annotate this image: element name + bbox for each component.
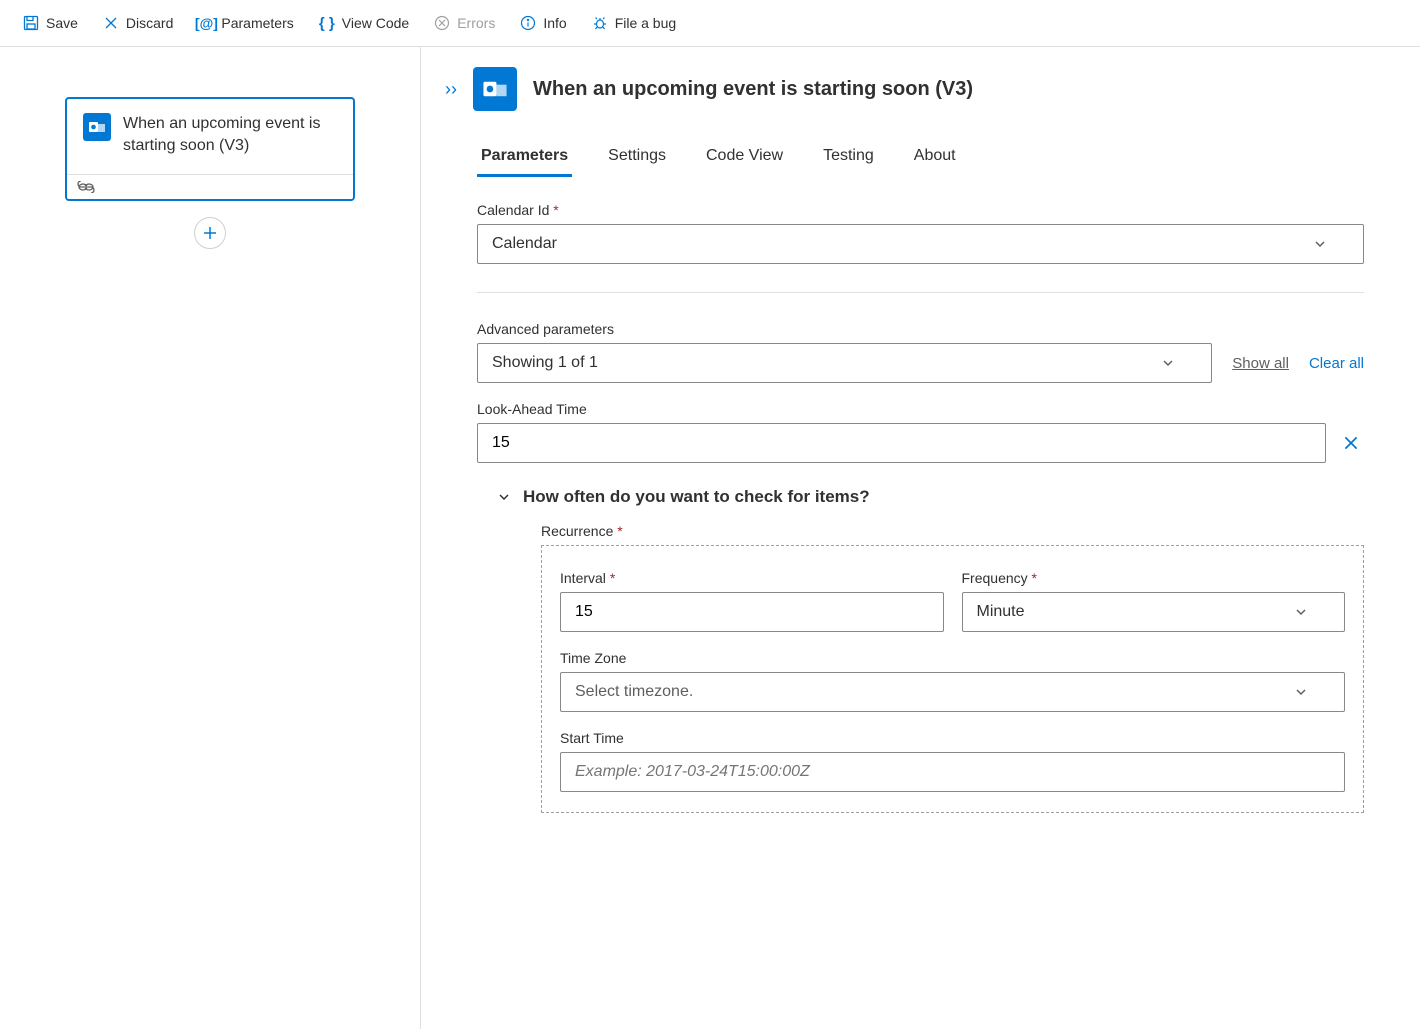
- view-code-button[interactable]: { } View Code: [308, 8, 419, 38]
- look-ahead-group: Look-Ahead Time: [477, 401, 1364, 463]
- save-icon: [22, 14, 40, 32]
- discard-button[interactable]: Discard: [92, 8, 183, 38]
- start-time-input[interactable]: [560, 752, 1345, 792]
- calendar-id-value: Calendar: [492, 235, 557, 253]
- recurrence-box: Interval * Frequency * Minute Time Zone: [541, 545, 1364, 813]
- chevron-down-icon: [1161, 356, 1175, 370]
- file-bug-label: File a bug: [615, 15, 676, 31]
- calendar-id-select[interactable]: Calendar: [477, 224, 1364, 264]
- main-area: When an upcoming event is starting soon …: [0, 47, 1420, 1029]
- parameters-label: Parameters: [221, 15, 293, 31]
- check-frequency-title: How often do you want to check for items…: [523, 487, 870, 507]
- advanced-params-row: Showing 1 of 1 Show all Clear all: [477, 343, 1364, 383]
- recurrence-label: Recurrence *: [541, 523, 1364, 539]
- frequency-group: Frequency * Minute: [962, 570, 1346, 632]
- timezone-group: Time Zone Select timezone.: [560, 650, 1345, 712]
- parameters-icon: [@]: [197, 14, 215, 32]
- trigger-node[interactable]: When an upcoming event is starting soon …: [65, 97, 355, 201]
- toolbar: Save Discard [@] Parameters { } View Cod…: [0, 0, 1420, 47]
- calendar-id-label: Calendar Id *: [477, 202, 1364, 218]
- interval-group: Interval *: [560, 570, 944, 632]
- info-icon: [519, 14, 537, 32]
- tab-about[interactable]: About: [910, 139, 960, 177]
- info-label: Info: [543, 15, 566, 31]
- chevron-down-icon: [1294, 685, 1308, 699]
- divider: [477, 292, 1364, 293]
- tab-parameters[interactable]: Parameters: [477, 139, 572, 177]
- tab-settings[interactable]: Settings: [604, 139, 670, 177]
- panel-header: ›› When an upcoming event is starting so…: [421, 67, 1420, 127]
- frequency-value: Minute: [977, 603, 1025, 621]
- outlook-icon: [473, 67, 517, 111]
- save-button[interactable]: Save: [12, 8, 88, 38]
- timezone-placeholder: Select timezone.: [575, 683, 693, 701]
- errors-label: Errors: [457, 15, 495, 31]
- tab-code-view[interactable]: Code View: [702, 139, 787, 177]
- outlook-icon: [83, 113, 111, 141]
- node-body: When an upcoming event is starting soon …: [67, 99, 353, 174]
- tab-testing[interactable]: Testing: [819, 139, 878, 177]
- advanced-showing: Showing 1 of 1: [492, 354, 598, 372]
- chevron-down-icon: [1313, 237, 1327, 251]
- details-panel: ›› When an upcoming event is starting so…: [420, 47, 1420, 1029]
- clear-all-link[interactable]: Clear all: [1309, 355, 1364, 372]
- node-footer: [67, 174, 353, 199]
- chevron-down-icon: [1294, 605, 1308, 619]
- info-button[interactable]: Info: [509, 8, 576, 38]
- start-time-label: Start Time: [560, 730, 1345, 746]
- link-icon: [77, 181, 343, 193]
- node-title: When an upcoming event is starting soon …: [123, 113, 337, 158]
- errors-button: Errors: [423, 8, 505, 38]
- file-bug-button[interactable]: File a bug: [581, 8, 686, 38]
- designer-canvas: When an upcoming event is starting soon …: [0, 47, 420, 1029]
- timezone-label: Time Zone: [560, 650, 1345, 666]
- interval-label: Interval *: [560, 570, 944, 586]
- start-time-group: Start Time: [560, 730, 1345, 792]
- chevron-down-icon: [497, 490, 511, 504]
- tab-bar: Parameters Settings Code View Testing Ab…: [421, 127, 1420, 178]
- view-code-label: View Code: [342, 15, 409, 31]
- timezone-select[interactable]: Select timezone.: [560, 672, 1345, 712]
- discard-icon: [102, 14, 120, 32]
- save-label: Save: [46, 15, 78, 31]
- bug-icon: [591, 14, 609, 32]
- look-ahead-input[interactable]: [477, 423, 1326, 463]
- panel-title: When an upcoming event is starting soon …: [533, 78, 973, 101]
- look-ahead-label: Look-Ahead Time: [477, 401, 1364, 417]
- clear-look-ahead-button[interactable]: [1338, 430, 1364, 456]
- add-step-button[interactable]: [194, 217, 226, 249]
- discard-label: Discard: [126, 15, 173, 31]
- frequency-label: Frequency *: [962, 570, 1346, 586]
- check-frequency-header[interactable]: How often do you want to check for items…: [497, 487, 1364, 507]
- errors-icon: [433, 14, 451, 32]
- frequency-select[interactable]: Minute: [962, 592, 1346, 632]
- advanced-params-label: Advanced parameters: [477, 321, 1364, 337]
- advanced-params-select[interactable]: Showing 1 of 1: [477, 343, 1212, 383]
- parameters-form: Calendar Id * Calendar Advanced paramete…: [421, 178, 1420, 837]
- show-all-link[interactable]: Show all: [1232, 355, 1289, 372]
- parameters-button[interactable]: [@] Parameters: [187, 8, 303, 38]
- code-icon: { }: [318, 14, 336, 32]
- interval-input[interactable]: [560, 592, 944, 632]
- collapse-icon[interactable]: ››: [445, 79, 457, 100]
